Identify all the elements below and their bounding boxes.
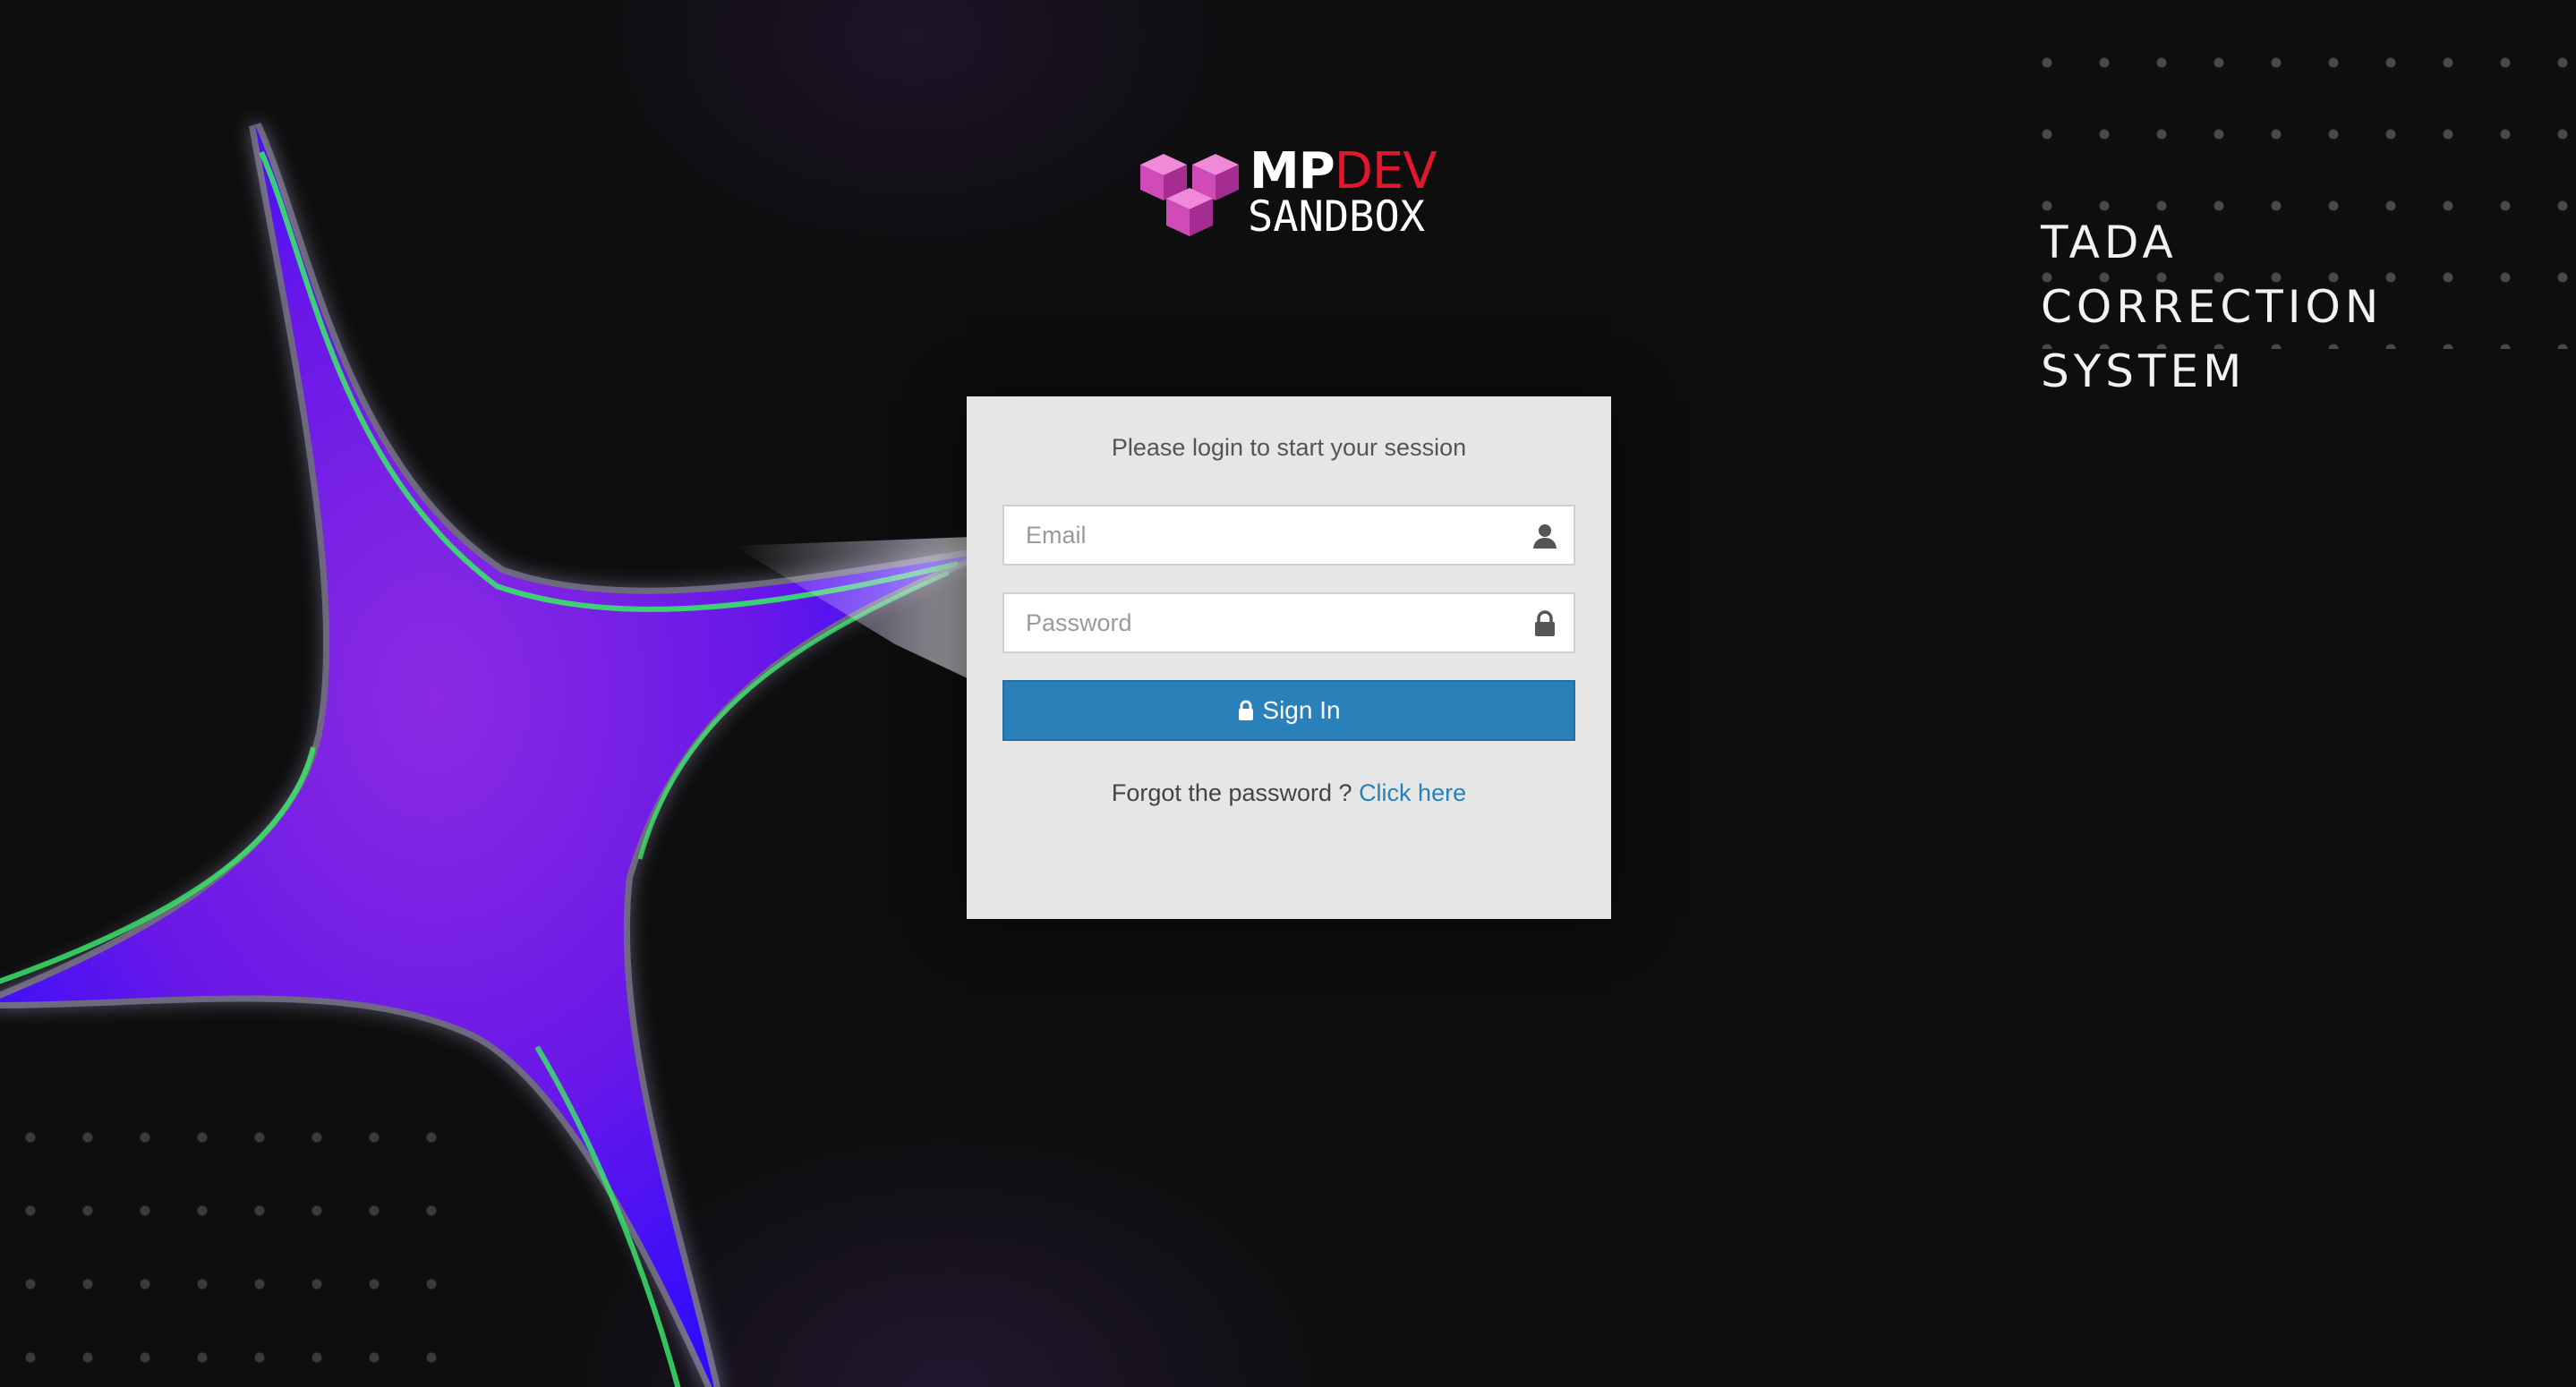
logo-sandbox: SANDBOX (1248, 192, 1426, 242)
login-page: MPDEV SANDBOX TADA CORRECTION SYSTEM Ple… (0, 0, 2576, 1387)
lock-icon (1239, 700, 1254, 720)
email-field[interactable] (1002, 505, 1575, 566)
system-title-line-2: CORRECTION (2041, 281, 2384, 333)
login-card: Please login to start your session Sign … (967, 396, 1611, 919)
system-title: TADA CORRECTION SYSTEM (2041, 210, 2435, 404)
forgot-password-link[interactable]: Click here (1359, 779, 1466, 806)
lock-icon (1535, 610, 1555, 636)
dot-pattern-bottom-left (0, 1101, 448, 1387)
password-input[interactable] (1004, 594, 1527, 651)
system-title-line-1: TADA (2041, 217, 2178, 268)
email-input[interactable] (1004, 506, 1527, 564)
user-icon (1533, 524, 1557, 549)
forgot-password: Forgot the password ? Click here (967, 779, 1611, 807)
logo-wordmark: MPDEV (1250, 145, 1437, 199)
mpdev-sandbox-logo: MPDEV SANDBOX (1139, 143, 1443, 246)
sign-in-label: Sign In (1262, 696, 1341, 724)
login-message: Please login to start your session (1111, 434, 1467, 461)
sign-in-button[interactable]: Sign In (1002, 680, 1575, 741)
forgot-password-text: Forgot the password ? (1111, 779, 1352, 806)
system-title-line-3: SYSTEM (2041, 345, 2247, 397)
password-field[interactable] (1002, 592, 1575, 653)
cube-logo-icon (1140, 154, 1239, 236)
